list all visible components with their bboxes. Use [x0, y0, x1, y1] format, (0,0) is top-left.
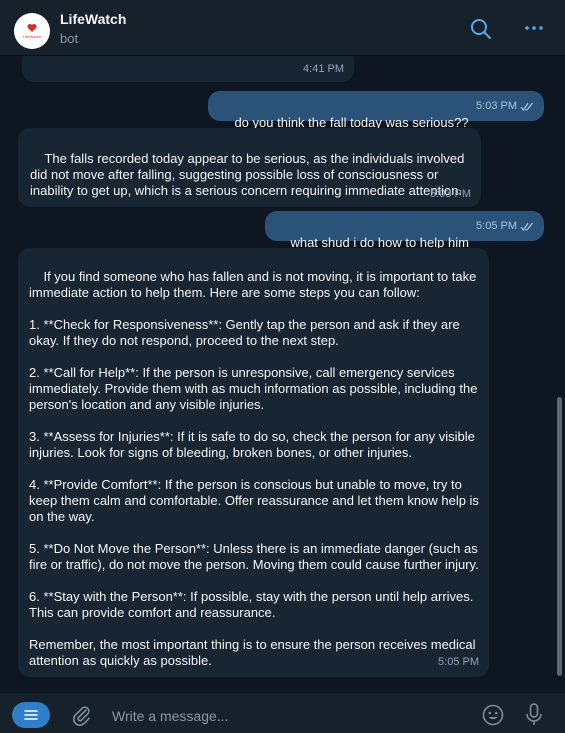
message-input[interactable]: [110, 705, 454, 727]
attach-paperclip-icon[interactable]: [71, 704, 91, 726]
message-list[interactable]: 4:41 PM do you think the fall today was …: [0, 56, 565, 678]
menu-icon: [24, 710, 38, 720]
emoji-icon[interactable]: [482, 704, 504, 726]
message-time: 5:05 PM: [476, 220, 517, 232]
microphone-icon[interactable]: [525, 703, 543, 727]
message-bubble-outgoing[interactable]: do you think the fall today was serious?…: [208, 91, 544, 130]
message-bubble-incoming[interactable]: 4:41 PM: [22, 56, 354, 82]
message-time: 5:03 PM: [430, 188, 471, 200]
message-bubble-incoming[interactable]: The falls recorded today appear to be se…: [18, 128, 481, 207]
message-time: 5:03 PM: [476, 100, 517, 112]
chat-header: LifeWatch LifeWatch bot: [0, 0, 565, 56]
scrollbar-thumb[interactable]: [557, 397, 562, 676]
double-check-icon: [520, 222, 534, 231]
message-bubble-incoming[interactable]: If you find someone who has fallen and i…: [18, 248, 489, 677]
chat-title[interactable]: LifeWatch: [60, 11, 126, 27]
message-meta: 5:05 PM: [476, 218, 534, 234]
more-options-icon[interactable]: [524, 20, 544, 36]
message-time: 4:41 PM: [303, 63, 344, 75]
message-meta: 5:03 PM: [430, 186, 471, 202]
message-meta: 5:05 PM: [438, 654, 479, 670]
avatar-logo-text: LifeWatch: [22, 34, 42, 39]
message-meta: 4:41 PM: [303, 61, 344, 77]
message-time: 5:05 PM: [438, 656, 479, 668]
message-bubble-outgoing[interactable]: what shud i do how to help him 5:05 PM: [265, 211, 544, 250]
message-text: If you find someone who has fallen and i…: [29, 269, 479, 668]
message-text: The falls recorded today appear to be se…: [30, 151, 468, 198]
message-meta: 5:03 PM: [476, 98, 534, 114]
bot-avatar[interactable]: LifeWatch: [14, 13, 50, 49]
search-icon[interactable]: [470, 18, 492, 40]
double-check-icon: [520, 102, 534, 111]
bot-menu-button[interactable]: [12, 702, 50, 728]
chat-subtitle: bot: [60, 31, 79, 46]
heart-logo-icon: [27, 24, 37, 32]
